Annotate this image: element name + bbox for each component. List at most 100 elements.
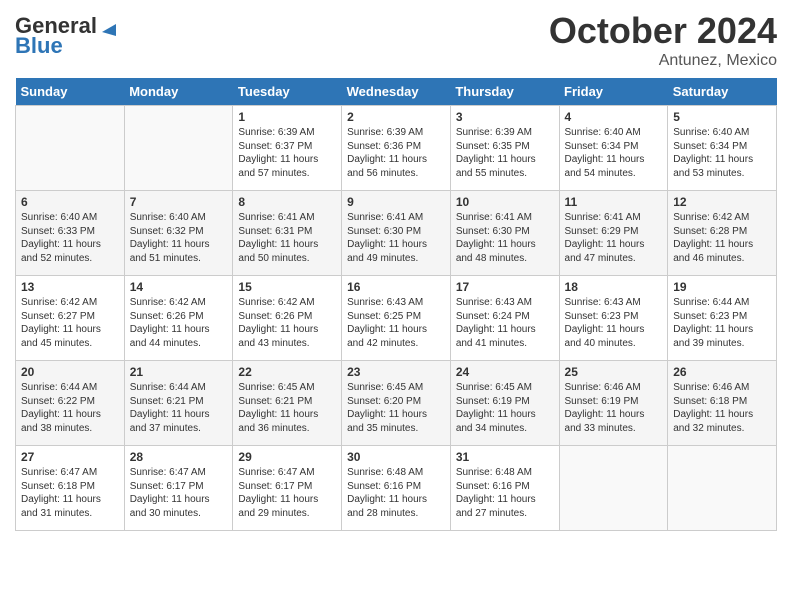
day-info-line: Sunset: 6:37 PM [238,140,336,154]
day-info-line: Sunrise: 6:46 AM [673,381,771,395]
day-content: Sunrise: 6:43 AMSunset: 6:25 PMDaylight:… [347,296,445,350]
day-content: Sunrise: 6:40 AMSunset: 6:34 PMDaylight:… [673,126,771,180]
day-info-line: Sunrise: 6:43 AM [347,296,445,310]
day-content: Sunrise: 6:41 AMSunset: 6:29 PMDaylight:… [565,211,663,265]
day-info-line: Daylight: 11 hours and 57 minutes. [238,153,336,180]
day-content: Sunrise: 6:40 AMSunset: 6:34 PMDaylight:… [565,126,663,180]
day-info-line: Sunset: 6:20 PM [347,395,445,409]
table-row: 5 Sunrise: 6:40 AMSunset: 6:34 PMDaylight… [668,106,777,191]
day-number: 3 [456,110,554,124]
day-info-line: Sunset: 6:34 PM [673,140,771,154]
day-info-line: Daylight: 11 hours and 31 minutes. [21,493,119,520]
day-content: Sunrise: 6:44 AMSunset: 6:23 PMDaylight:… [673,296,771,350]
day-content: Sunrise: 6:44 AMSunset: 6:22 PMDaylight:… [21,381,119,435]
day-number: 26 [673,365,771,379]
calendar-week-row: 13Sunrise: 6:42 AMSunset: 6:27 PMDayligh… [16,276,777,361]
table-row: 24Sunrise: 6:45 AMSunset: 6:19 PMDayligh… [450,361,559,446]
day-content: Sunrise: 6:47 AMSunset: 6:18 PMDaylight:… [21,466,119,520]
header-saturday: Saturday [668,78,777,106]
table-row [559,446,668,531]
day-info-line: Sunrise: 6:43 AM [565,296,663,310]
day-number: 30 [347,450,445,464]
day-info-line: Daylight: 11 hours and 43 minutes. [238,323,336,350]
day-info-line: Daylight: 11 hours and 27 minutes. [456,493,554,520]
header-wednesday: Wednesday [342,78,451,106]
day-number: 22 [238,365,336,379]
page-header: General Blue October 2024 Antunez, Mexic… [15,10,777,70]
day-info-line: Sunset: 6:28 PM [673,225,771,239]
day-content: Sunrise: 6:48 AMSunset: 6:16 PMDaylight:… [456,466,554,520]
table-row: 31Sunrise: 6:48 AMSunset: 6:16 PMDayligh… [450,446,559,531]
day-info-line: Daylight: 11 hours and 40 minutes. [565,323,663,350]
day-info-line: Daylight: 11 hours and 53 minutes. [673,153,771,180]
table-row: 21Sunrise: 6:44 AMSunset: 6:21 PMDayligh… [124,361,233,446]
header-thursday: Thursday [450,78,559,106]
day-info-line: Sunrise: 6:39 AM [347,126,445,140]
table-row: 27Sunrise: 6:47 AMSunset: 6:18 PMDayligh… [16,446,125,531]
header-sunday: Sunday [16,78,125,106]
table-row: 2Sunrise: 6:39 AMSunset: 6:36 PMDaylight… [342,106,451,191]
day-info-line: Daylight: 11 hours and 28 minutes. [347,493,445,520]
day-number: 25 [565,365,663,379]
day-number: 9 [347,195,445,209]
day-info-line: Sunrise: 6:47 AM [238,466,336,480]
logo-arrow-icon [98,14,120,36]
calendar-subtitle: Antunez, Mexico [549,52,777,70]
day-number: 12 [673,195,771,209]
table-row: 28Sunrise: 6:47 AMSunset: 6:17 PMDayligh… [124,446,233,531]
table-row: 16 Sunrise: 6:43 AMSunset: 6:25 PMDayligh… [342,276,451,361]
day-info-line: Sunrise: 6:45 AM [347,381,445,395]
day-content: Sunrise: 6:45 AMSunset: 6:19 PMDaylight:… [456,381,554,435]
logo-blue-text: Blue [15,35,63,57]
day-info-line: Sunrise: 6:41 AM [565,211,663,225]
day-content: Sunrise: 6:44 AMSunset: 6:21 PMDaylight:… [130,381,228,435]
day-info-line: Sunset: 6:30 PM [347,225,445,239]
day-number: 29 [238,450,336,464]
day-info-line: Daylight: 11 hours and 42 minutes. [347,323,445,350]
day-info-line: Sunset: 6:18 PM [673,395,771,409]
day-number: 1 [238,110,336,124]
table-row: 1Sunrise: 6:39 AMSunset: 6:37 PMDaylight… [233,106,342,191]
calendar-week-row: 20Sunrise: 6:44 AMSunset: 6:22 PMDayligh… [16,361,777,446]
header-tuesday: Tuesday [233,78,342,106]
day-info-line: Sunrise: 6:40 AM [21,211,119,225]
day-info-line: Sunset: 6:32 PM [130,225,228,239]
table-row: 30 Sunrise: 6:48 AMSunset: 6:16 PMDayligh… [342,446,451,531]
logo: General Blue [15,10,120,57]
day-info-line: Sunrise: 6:40 AM [130,211,228,225]
day-info-line: Sunset: 6:26 PM [238,310,336,324]
day-info-line: Sunset: 6:24 PM [456,310,554,324]
day-number: 2 [347,110,445,124]
day-info-line: Daylight: 11 hours and 51 minutes. [130,238,228,265]
day-info-line: Sunrise: 6:45 AM [456,381,554,395]
day-info-line: Sunrise: 6:41 AM [456,211,554,225]
day-info-line: Sunset: 6:23 PM [565,310,663,324]
table-row: 4 Sunrise: 6:40 AMSunset: 6:34 PMDaylight… [559,106,668,191]
calendar-week-row: 6Sunrise: 6:40 AMSunset: 6:33 PMDaylight… [16,191,777,276]
table-row: 11Sunrise: 6:41 AMSunset: 6:29 PMDayligh… [559,191,668,276]
table-row: 10Sunrise: 6:41 AMSunset: 6:30 PMDayligh… [450,191,559,276]
day-number: 5 [673,110,771,124]
day-number: 16 [347,280,445,294]
day-info-line: Daylight: 11 hours and 56 minutes. [347,153,445,180]
day-info-line: Sunrise: 6:45 AM [238,381,336,395]
day-info-line: Daylight: 11 hours and 45 minutes. [21,323,119,350]
day-number: 15 [238,280,336,294]
day-info-line: Sunset: 6:33 PM [21,225,119,239]
day-info-line: Sunrise: 6:46 AM [565,381,663,395]
calendar-header-row: Sunday Monday Tuesday Wednesday Thursday… [16,78,777,106]
day-number: 4 [565,110,663,124]
day-content: Sunrise: 6:48 AMSunset: 6:16 PMDaylight:… [347,466,445,520]
table-row: 29Sunrise: 6:47 AMSunset: 6:17 PMDayligh… [233,446,342,531]
table-row: 8Sunrise: 6:41 AMSunset: 6:31 PMDaylight… [233,191,342,276]
day-info-line: Sunrise: 6:41 AM [347,211,445,225]
day-info-line: Sunset: 6:17 PM [238,480,336,494]
day-content: Sunrise: 6:41 AMSunset: 6:30 PMDaylight:… [456,211,554,265]
day-info-line: Daylight: 11 hours and 34 minutes. [456,408,554,435]
table-row [668,446,777,531]
day-content: Sunrise: 6:43 AMSunset: 6:23 PMDaylight:… [565,296,663,350]
table-row [124,106,233,191]
day-info-line: Sunset: 6:26 PM [130,310,228,324]
day-info-line: Sunrise: 6:47 AM [130,466,228,480]
table-row: 9Sunrise: 6:41 AMSunset: 6:30 PMDaylight… [342,191,451,276]
